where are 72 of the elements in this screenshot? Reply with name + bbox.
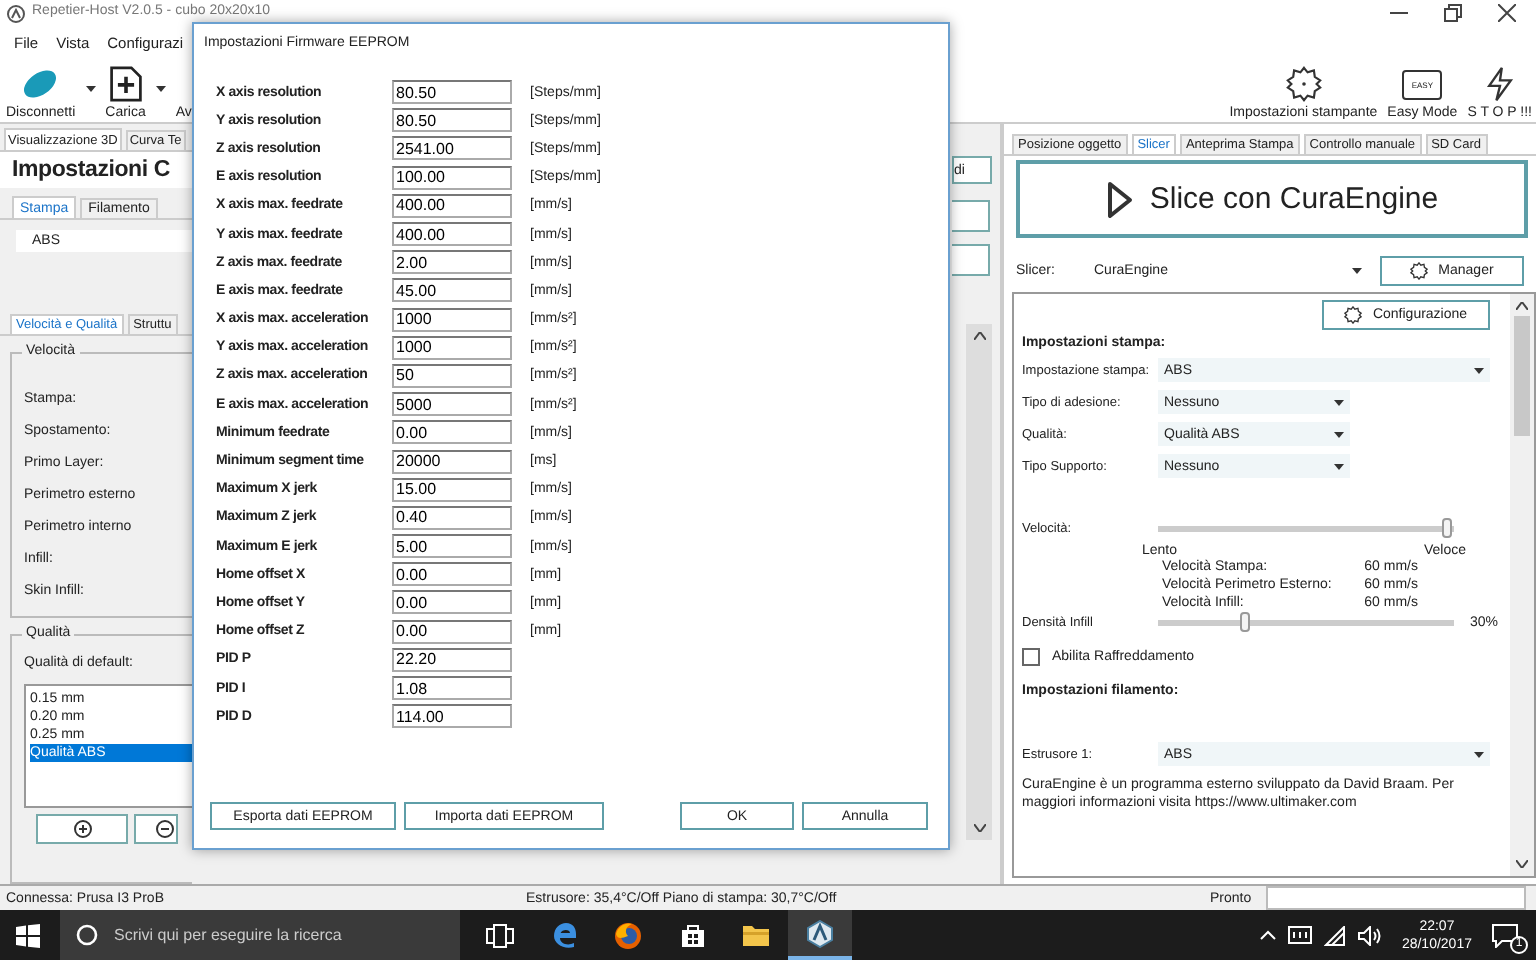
browser-icon — [614, 921, 642, 949]
caret-icon — [1474, 751, 1484, 757]
input-field[interactable]: 400.00 — [392, 193, 512, 218]
slider-thumb[interactable] — [1442, 518, 1453, 538]
search-field[interactable]: Scrivi qui per eseguire la ricerca — [60, 910, 460, 960]
input-field[interactable]: 80.50 — [392, 80, 512, 105]
add-button[interactable] — [36, 814, 128, 845]
shopping-bag-icon — [679, 922, 705, 948]
minus-icon — [156, 820, 174, 839]
input-field[interactable]: 0.00 — [392, 590, 512, 615]
app-icon — [6, 4, 26, 24]
lightning-icon — [1481, 66, 1518, 102]
scroll-down-icon[interactable] — [1516, 860, 1528, 868]
scroll-up-icon[interactable] — [1516, 302, 1528, 310]
input-field[interactable]: 100.00 — [392, 165, 512, 190]
input-field[interactable]: 1000 — [392, 307, 512, 332]
scrollbar[interactable] — [966, 324, 992, 840]
checkbox[interactable] — [1022, 648, 1040, 666]
input-field[interactable]: 50 — [392, 363, 512, 388]
scroll-thumb[interactable] — [1514, 316, 1530, 436]
input-field[interactable]: 5.00 — [392, 534, 512, 559]
input-field[interactable]: 0.00 — [392, 619, 512, 644]
input-field[interactable]: 0.00 — [392, 562, 512, 587]
wifi-icon[interactable] — [1323, 925, 1346, 945]
cortana-icon — [76, 924, 98, 946]
windows-start-icon[interactable] — [16, 923, 40, 947]
input-field[interactable]: 15.00 — [392, 477, 512, 502]
input-field[interactable]: 1000 — [392, 335, 512, 360]
close-icon[interactable] — [1498, 4, 1516, 22]
input-field[interactable]: 400.00 — [392, 222, 512, 247]
scrollbar[interactable] — [1510, 294, 1534, 876]
message-icon — [1492, 923, 1518, 947]
browser-icon — [551, 922, 577, 948]
input-field[interactable]: 5000 — [392, 392, 512, 417]
input-field[interactable]: 80.50 — [392, 108, 512, 133]
caret-icon — [1352, 268, 1362, 274]
input-field[interactable]: 45.00 — [392, 278, 512, 303]
maximize-icon[interactable] — [1444, 4, 1462, 22]
task-view-icon — [486, 923, 514, 947]
input-field[interactable]: 2541.00 — [392, 136, 512, 161]
taskbar-app[interactable] — [788, 910, 852, 960]
play-icon — [1105, 179, 1134, 219]
caret-icon — [1334, 431, 1344, 437]
input-field[interactable]: 20000 — [392, 449, 512, 474]
caret-icon[interactable] — [85, 86, 96, 92]
gear-icon — [1410, 262, 1429, 280]
add-file-icon — [107, 66, 144, 102]
input-field[interactable]: 0.40 — [392, 505, 512, 530]
gear-icon — [1285, 66, 1322, 102]
panel-heading: Impostazioni C — [0, 152, 192, 189]
input-field[interactable]: 0.00 — [392, 420, 512, 445]
input-field[interactable]: 114.00 — [392, 704, 512, 729]
leaf-icon — [22, 66, 59, 102]
input-field[interactable]: 1.08 — [392, 676, 512, 701]
input-field[interactable]: 2.00 — [392, 250, 512, 275]
scroll-up-icon[interactable] — [973, 332, 985, 340]
caret-icon — [1334, 399, 1344, 405]
slice-button[interactable]: Slice con CuraEngine — [1016, 160, 1528, 238]
network-icon[interactable] — [1287, 926, 1312, 944]
caret-icon[interactable] — [155, 86, 166, 92]
slider-thumb[interactable] — [1240, 612, 1251, 632]
plus-icon — [73, 820, 91, 839]
gear-icon — [1344, 306, 1363, 324]
caret-icon — [1474, 367, 1484, 373]
chevron-up-icon[interactable] — [1259, 930, 1276, 940]
remove-button[interactable] — [134, 814, 178, 845]
folder-icon — [742, 923, 770, 947]
caret-icon — [1334, 463, 1344, 469]
app-icon — [806, 919, 834, 947]
input-field[interactable]: 22.20 — [392, 647, 512, 672]
scroll-down-icon[interactable] — [973, 824, 985, 832]
volume-icon[interactable] — [1357, 925, 1382, 945]
